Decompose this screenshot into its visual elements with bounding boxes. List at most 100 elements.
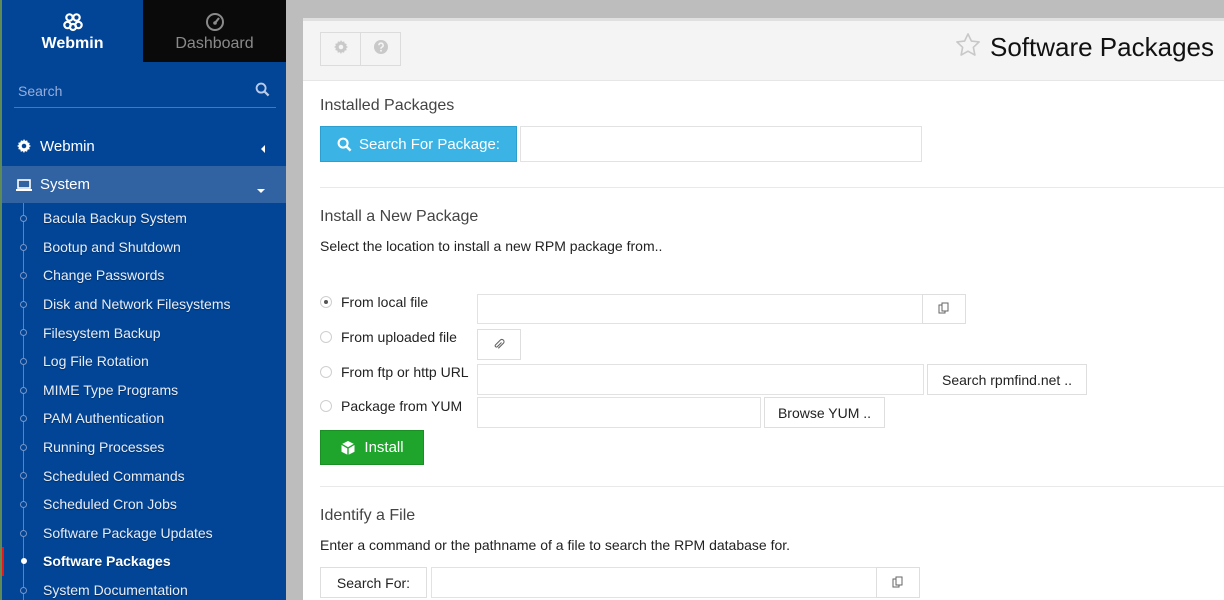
sidebar-item-filesystem-backup[interactable]: Filesystem Backup bbox=[2, 318, 286, 347]
search-for-button[interactable]: Search For: bbox=[320, 567, 427, 598]
identify-file-section: Identify a File Enter a command or the p… bbox=[303, 507, 1224, 598]
radio-yum[interactable] bbox=[320, 400, 332, 412]
install-package-section: Install a New Package Select the locatio… bbox=[303, 208, 1224, 488]
sidebar-item-label: Bootup and Shutdown bbox=[43, 238, 181, 255]
file-chooser-icon bbox=[892, 575, 904, 591]
sidebar-top-tabs: Webmin Dashboard bbox=[2, 0, 286, 62]
active-indicator bbox=[2, 547, 4, 577]
radio-uploaded-file[interactable] bbox=[320, 331, 332, 343]
caret-left-icon bbox=[260, 141, 266, 158]
sidebar-item-label: System Documentation bbox=[43, 582, 188, 599]
tab-dashboard[interactable]: Dashboard bbox=[143, 0, 286, 62]
search-rpmfind-button[interactable]: Search rpmfind.net .. bbox=[927, 364, 1087, 395]
system-submenu: Bacula Backup System Bootup and Shutdown… bbox=[2, 203, 286, 600]
identify-file-input[interactable] bbox=[431, 567, 877, 598]
upload-file-button[interactable] bbox=[477, 329, 521, 360]
bullet-icon bbox=[20, 415, 27, 423]
sidebar-item-mime-type-programs[interactable]: MIME Type Programs bbox=[2, 376, 286, 405]
sidebar-item-scheduled-cron-jobs[interactable]: Scheduled Cron Jobs bbox=[2, 490, 286, 519]
file-chooser-button[interactable] bbox=[922, 294, 966, 324]
sidebar-item-system-documentation[interactable]: System Documentation bbox=[2, 576, 286, 600]
tab-webmin[interactable]: Webmin bbox=[2, 0, 143, 62]
help-button[interactable] bbox=[360, 32, 401, 66]
sidebar-menu: Webmin System Bacula Backup System Bootu… bbox=[2, 128, 286, 600]
sidebar-category-label: Webmin bbox=[40, 137, 95, 155]
paperclip-icon bbox=[493, 337, 505, 353]
search-for-package-label: Search For Package: bbox=[359, 135, 500, 153]
install-button-label: Install bbox=[364, 439, 404, 456]
bullet-icon bbox=[20, 243, 27, 251]
option-label: From uploaded file bbox=[341, 329, 457, 345]
section-divider bbox=[320, 187, 1224, 188]
install-button[interactable]: Install bbox=[320, 430, 424, 465]
option-uploaded-file: From uploaded file bbox=[320, 329, 457, 345]
laptop-icon bbox=[16, 177, 32, 193]
sidebar-item-software-packages[interactable]: Software Packages bbox=[2, 547, 286, 577]
page-header: Software Packages bbox=[303, 21, 1224, 81]
module-config-button[interactable] bbox=[320, 32, 361, 66]
option-label: From ftp or http URL bbox=[341, 364, 469, 380]
sidebar: Webmin Dashboard Webmin bbox=[0, 0, 286, 600]
sidebar-item-label: Change Passwords bbox=[43, 267, 165, 284]
sidebar-search-input[interactable] bbox=[14, 76, 234, 106]
install-package-description: Select the location to install a new RPM… bbox=[320, 238, 663, 254]
bullet-icon bbox=[20, 300, 27, 308]
tab-dashboard-label: Dashboard bbox=[175, 34, 254, 52]
installed-packages-title: Installed Packages bbox=[320, 97, 455, 114]
package-cube-icon bbox=[340, 440, 356, 456]
option-label: From local file bbox=[341, 294, 429, 310]
identify-file-title: Identify a File bbox=[320, 507, 416, 524]
sidebar-item-bacula-backup-system[interactable]: Bacula Backup System bbox=[2, 204, 286, 233]
installed-packages-section: Installed Packages Search For Package: bbox=[303, 97, 1224, 162]
package-search-input[interactable] bbox=[520, 126, 922, 162]
main-panel: Software Packages Installed Packages Sea… bbox=[303, 18, 1224, 600]
bullet-icon bbox=[20, 357, 27, 365]
sidebar-item-label: Software Package Updates bbox=[43, 524, 213, 541]
bullet-icon bbox=[20, 272, 27, 280]
sidebar-item-running-processes[interactable]: Running Processes bbox=[2, 433, 286, 462]
sidebar-item-label: Bacula Backup System bbox=[43, 210, 187, 227]
sidebar-item-label: Filesystem Backup bbox=[43, 324, 161, 341]
sidebar-item-disk-and-network-filesystems[interactable]: Disk and Network Filesystems bbox=[2, 290, 286, 319]
sidebar-item-label: Log File Rotation bbox=[43, 353, 149, 370]
dashboard-gauge-icon bbox=[205, 12, 225, 34]
browse-yum-button[interactable]: Browse YUM .. bbox=[764, 397, 885, 428]
url-input[interactable] bbox=[477, 364, 924, 395]
option-label: Package from YUM bbox=[341, 398, 463, 414]
file-chooser-button[interactable] bbox=[876, 567, 920, 598]
sidebar-item-label: MIME Type Programs bbox=[43, 381, 179, 398]
bullet-icon bbox=[20, 329, 27, 337]
search-icon bbox=[337, 137, 352, 152]
bullet-icon bbox=[21, 558, 27, 565]
star-icon[interactable] bbox=[954, 31, 982, 64]
bullet-icon bbox=[20, 500, 27, 508]
radio-local-file[interactable] bbox=[320, 296, 332, 308]
page-title: Software Packages bbox=[954, 31, 1214, 64]
sidebar-item-scheduled-commands[interactable]: Scheduled Commands bbox=[2, 461, 286, 490]
option-local-file: From local file bbox=[320, 294, 428, 310]
sidebar-category-label: System bbox=[40, 176, 91, 193]
sidebar-item-label: Software Packages bbox=[43, 553, 171, 570]
search-icon[interactable] bbox=[255, 82, 270, 102]
search-for-package-button[interactable]: Search For Package: bbox=[320, 126, 517, 162]
sidebar-category-webmin[interactable]: Webmin bbox=[2, 128, 286, 164]
sidebar-item-label: Scheduled Cron Jobs bbox=[43, 496, 177, 513]
sidebar-item-change-passwords[interactable]: Change Passwords bbox=[2, 261, 286, 290]
sidebar-item-label: Scheduled Commands bbox=[43, 467, 185, 484]
sidebar-item-software-package-updates[interactable]: Software Package Updates bbox=[2, 519, 286, 548]
sidebar-category-system[interactable]: System bbox=[2, 166, 286, 203]
radio-url[interactable] bbox=[320, 366, 332, 378]
local-file-input[interactable] bbox=[477, 294, 923, 324]
bullet-icon bbox=[20, 215, 27, 222]
bullet-icon bbox=[20, 586, 27, 594]
option-yum: Package from YUM bbox=[320, 398, 462, 414]
sidebar-item-bootup-and-shutdown[interactable]: Bootup and Shutdown bbox=[2, 233, 286, 262]
header-buttons bbox=[320, 32, 401, 66]
sidebar-item-pam-authentication[interactable]: PAM Authentication bbox=[2, 404, 286, 433]
yum-package-input[interactable] bbox=[477, 397, 761, 428]
file-chooser-icon bbox=[938, 301, 950, 317]
sidebar-item-log-file-rotation[interactable]: Log File Rotation bbox=[2, 347, 286, 376]
sidebar-item-label: Running Processes bbox=[43, 439, 165, 456]
option-url: From ftp or http URL bbox=[320, 364, 469, 380]
bullet-icon bbox=[20, 472, 27, 480]
